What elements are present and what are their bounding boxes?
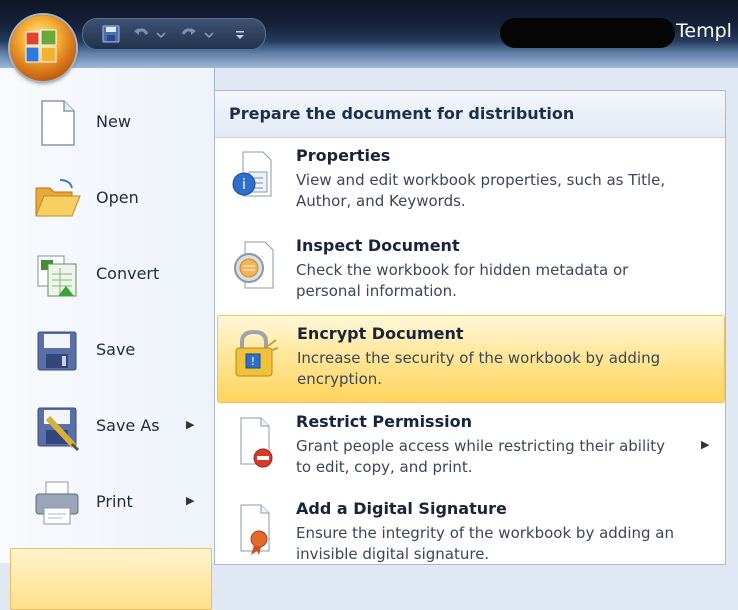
title-bar: Templ — [0, 0, 738, 68]
menu-item-save-as[interactable]: Save As ▶ — [24, 398, 210, 458]
inspect-document-icon — [234, 241, 274, 289]
window-title: Templ — [676, 20, 732, 42]
save-disk-icon — [37, 331, 77, 371]
submenu-title: Restrict Permission — [296, 412, 472, 431]
menu-item-print[interactable]: Print ▶ — [24, 474, 210, 534]
menu-label-convert: Convert — [96, 264, 160, 283]
convert-icon — [37, 255, 77, 297]
restrict-permission-icon — [240, 417, 273, 468]
digital-signature-icon — [240, 504, 270, 555]
submenu-description: Check the workbook for hidden metadata o… — [296, 261, 629, 300]
submenu-item-add-digital-signature[interactable]: Add a Digital Signature Ensure the integ… — [217, 491, 723, 577]
menu-item-open[interactable]: Open — [24, 170, 210, 230]
submenu-item-properties[interactable]: i Properties View and edit workbook prop… — [217, 138, 723, 224]
submenu-title: Encrypt Document — [297, 324, 464, 343]
submenu-arrow-icon: ▶ — [186, 418, 195, 431]
open-folder-icon — [35, 179, 81, 217]
submenu-title: Properties — [296, 146, 391, 165]
printer-icon — [35, 481, 79, 525]
menu-item-new[interactable]: New — [24, 94, 210, 154]
submenu-arrow-icon: ▶ — [701, 438, 710, 451]
redo-icon[interactable] — [179, 24, 199, 44]
submenu-item-restrict-permission[interactable]: Restrict Permission Grant people access … — [217, 404, 723, 490]
new-document-icon — [41, 100, 75, 146]
prepare-submenu: Prepare the document for distribution i … — [214, 90, 726, 565]
submenu-item-inspect-document[interactable]: Inspect Document Check the workbook for … — [217, 228, 723, 314]
office-menu-left: New Open Convert Save Save As ▶ Print ▶ — [0, 68, 215, 610]
submenu-description: Grant people access while restricting th… — [296, 437, 666, 476]
redo-dropdown-icon[interactable] — [203, 24, 215, 44]
undo-icon[interactable] — [131, 24, 151, 44]
menu-label-new: New — [96, 112, 131, 131]
submenu-description: Increase the security of the workbook by… — [297, 349, 661, 388]
menu-item-prepare[interactable] — [10, 548, 212, 610]
save-as-icon — [37, 407, 80, 452]
encrypt-lock-icon: ! — [235, 329, 279, 377]
properties-icon: i — [232, 151, 272, 197]
menu-item-save[interactable]: Save — [24, 322, 210, 382]
submenu-description: Ensure the integrity of the workbook by … — [296, 524, 674, 563]
submenu-title: Add a Digital Signature — [296, 499, 507, 518]
submenu-title: Inspect Document — [296, 236, 460, 255]
redacted-filename — [500, 18, 675, 48]
office-button[interactable] — [10, 15, 76, 81]
svg-text:i: i — [242, 177, 246, 193]
quick-access-toolbar — [82, 18, 266, 50]
submenu-header-text: Prepare the document for distribution — [229, 104, 575, 123]
submenu-arrow-icon: ▶ — [186, 494, 195, 507]
menu-label-print: Print — [96, 492, 133, 511]
customize-toolbar-icon[interactable] — [233, 24, 247, 44]
save-icon[interactable] — [101, 24, 121, 44]
office-logo-icon — [25, 29, 57, 63]
submenu-header: Prepare the document for distribution — [215, 91, 725, 138]
menu-label-save-as: Save As — [96, 416, 160, 435]
svg-text:!: ! — [251, 355, 255, 368]
menu-label-save: Save — [96, 340, 136, 359]
submenu-description: View and edit workbook properties, such … — [296, 171, 666, 210]
menu-item-convert[interactable]: Convert — [24, 246, 210, 306]
menu-label-open: Open — [96, 188, 139, 207]
undo-dropdown-icon[interactable] — [155, 24, 167, 44]
submenu-item-encrypt-document[interactable]: ! Encrypt Document Increase the security… — [217, 315, 725, 403]
